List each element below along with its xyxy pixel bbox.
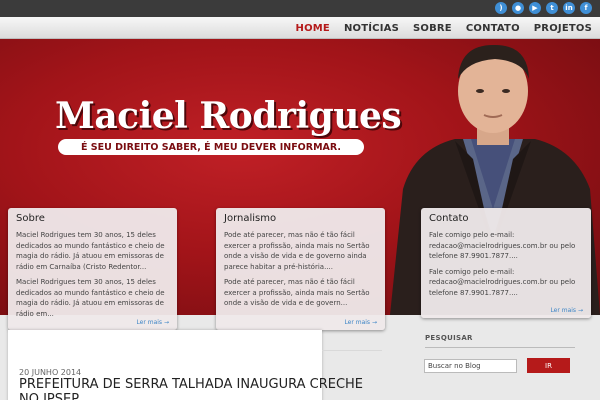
linkedin-icon[interactable]: in — [563, 2, 575, 14]
about-box-text-1: Maciel Rodrigues tem 30 anos, 15 deles d… — [16, 231, 165, 271]
journalism-box-text-2: Pode até parecer, mas não é tão fácil ex… — [224, 278, 370, 307]
search-input[interactable] — [424, 359, 517, 373]
journalism-box-title: Jornalismo — [224, 213, 277, 224]
sidebar-divider — [425, 347, 575, 348]
youtube-icon[interactable]: ▶ — [529, 2, 541, 14]
about-box: Sobre Maciel Rodrigues tem 30 anos, 15 d… — [8, 208, 177, 330]
site-title[interactable]: Maciel Rodrigues — [55, 95, 402, 137]
about-box-title: Sobre — [16, 213, 45, 224]
journalism-read-more-link[interactable]: Ler mais → — [344, 319, 377, 326]
about-read-more-link[interactable]: Ler mais → — [136, 319, 169, 326]
top-social-bar: ) ● ▶ t in f — [0, 0, 600, 17]
sidebar-search-title: PESQUISAR — [425, 334, 473, 342]
social-links: ) ● ▶ t in f — [495, 2, 592, 14]
journalism-box: Jornalismo Pode até parecer, mas não é t… — [216, 208, 385, 330]
content-divider — [322, 350, 382, 351]
search-button[interactable]: IR — [527, 358, 570, 373]
nav-home[interactable]: HOME — [296, 23, 330, 34]
main-navigation: HOME NOTÍCIAS SOBRE CONTATO PROJETOS — [0, 17, 600, 39]
contact-read-more-link[interactable]: Ler mais → — [550, 307, 583, 314]
nav-projetos[interactable]: PROJETOS — [534, 23, 592, 34]
facebook-icon[interactable]: f — [580, 2, 592, 14]
flickr-icon[interactable]: ● — [512, 2, 524, 14]
nav-sobre[interactable]: SOBRE — [413, 23, 452, 34]
rss-icon[interactable]: ) — [495, 2, 507, 14]
site-tagline: É SEU DIREITO SABER, É MEU DEVER INFORMA… — [58, 139, 364, 155]
nav-contato[interactable]: CONTATO — [466, 23, 520, 34]
journalism-box-text-1: Pode até parecer, mas não é tão fácil ex… — [224, 231, 370, 271]
nav-noticias[interactable]: NOTÍCIAS — [344, 23, 399, 34]
post-title-link[interactable]: PREFEITURA DE SERRA TALHADA INAUGURA CRE… — [19, 377, 379, 400]
contact-box-text-2: Fale comigo pelo e-mail: redacao@macielr… — [429, 267, 576, 297]
about-box-text-2: Maciel Rodrigues tem 30 anos, 15 deles d… — [16, 278, 165, 318]
twitter-icon[interactable]: t — [546, 2, 558, 14]
contact-box: Contato Fale comigo pelo e-mail: redacao… — [421, 208, 591, 318]
post-date: 20 JUNHO 2014 — [19, 368, 82, 377]
contact-box-title: Contato — [429, 213, 469, 224]
contact-box-text-1: Fale comigo pelo e-mail: redacao@macielr… — [429, 231, 576, 260]
